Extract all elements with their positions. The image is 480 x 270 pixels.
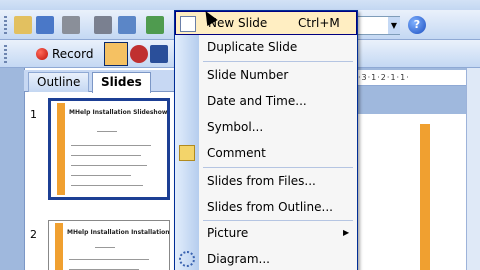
tab-slides[interactable]: Slides [92, 72, 151, 93]
menu-item-slides-from-files[interactable]: Slides from Files... [175, 169, 357, 193]
chevron-down-icon[interactable]: ▼ [388, 17, 400, 34]
pointer-tool-button[interactable] [104, 42, 128, 66]
slide-accent-bar [57, 103, 65, 195]
menu-item-date-and-time[interactable]: Date and Time... [175, 89, 357, 113]
help-icon[interactable]: ? [408, 16, 426, 34]
comment-icon [179, 145, 195, 161]
toolbar-grip[interactable] [4, 16, 7, 34]
toolbar-grip[interactable] [4, 45, 7, 63]
tab-outline[interactable]: Outline [28, 72, 90, 92]
vertical-scrollbar[interactable] [466, 68, 480, 270]
print-icon[interactable] [94, 16, 112, 34]
slide-thumbnail-1[interactable]: MHelp Installation Slideshow [48, 98, 170, 200]
menu-separator [203, 167, 353, 168]
menu-item-slide-number[interactable]: Slide Number [175, 63, 357, 87]
slide-accent-bar [55, 223, 63, 270]
new-slide-icon [180, 16, 196, 32]
print-preview-icon[interactable] [118, 16, 136, 34]
pane-tabs: Outline Slides [24, 70, 174, 93]
slide-thumbnail-2[interactable]: MHelp Installation Installation [48, 220, 170, 270]
save-icon[interactable] [36, 16, 54, 34]
spelling-icon[interactable] [146, 16, 164, 34]
menu-item-slides-from-outline[interactable]: Slides from Outline... [175, 195, 357, 219]
record-icon [36, 48, 48, 60]
menu-item-picture[interactable]: Picture ▶ [175, 221, 357, 245]
narration-icon[interactable] [150, 45, 168, 63]
menu-item-diagram[interactable]: Diagram... [175, 247, 357, 270]
menu-separator [203, 61, 353, 62]
slide-title: MHelp Installation Slideshow [69, 109, 168, 116]
slide-canvas[interactable] [352, 114, 480, 270]
ruler: ·3·1·2·1·1· [352, 70, 472, 86]
menu-item-comment[interactable]: Comment [175, 141, 357, 165]
menu-item-duplicate-slide[interactable]: Duplicate Slide [175, 35, 357, 59]
menu-bar [0, 0, 480, 10]
menu-item-symbol[interactable]: Symbol... [175, 115, 357, 139]
slide-number: 2 [30, 228, 37, 241]
submenu-arrow-icon: ▶ [343, 228, 350, 237]
slide-number: 1 [30, 108, 37, 121]
slide-title: MHelp Installation Installation [67, 229, 170, 236]
open-folder-icon[interactable] [14, 16, 32, 34]
record-button[interactable]: Record [36, 44, 93, 64]
slide-accent-bar [420, 124, 430, 270]
insert-menu: New Slide Ctrl+M Duplicate Slide Slide N… [174, 10, 358, 270]
permission-icon[interactable] [62, 16, 80, 34]
presenter-icon[interactable] [130, 45, 148, 63]
diagram-icon [179, 251, 195, 267]
record-label: Record [52, 47, 94, 61]
